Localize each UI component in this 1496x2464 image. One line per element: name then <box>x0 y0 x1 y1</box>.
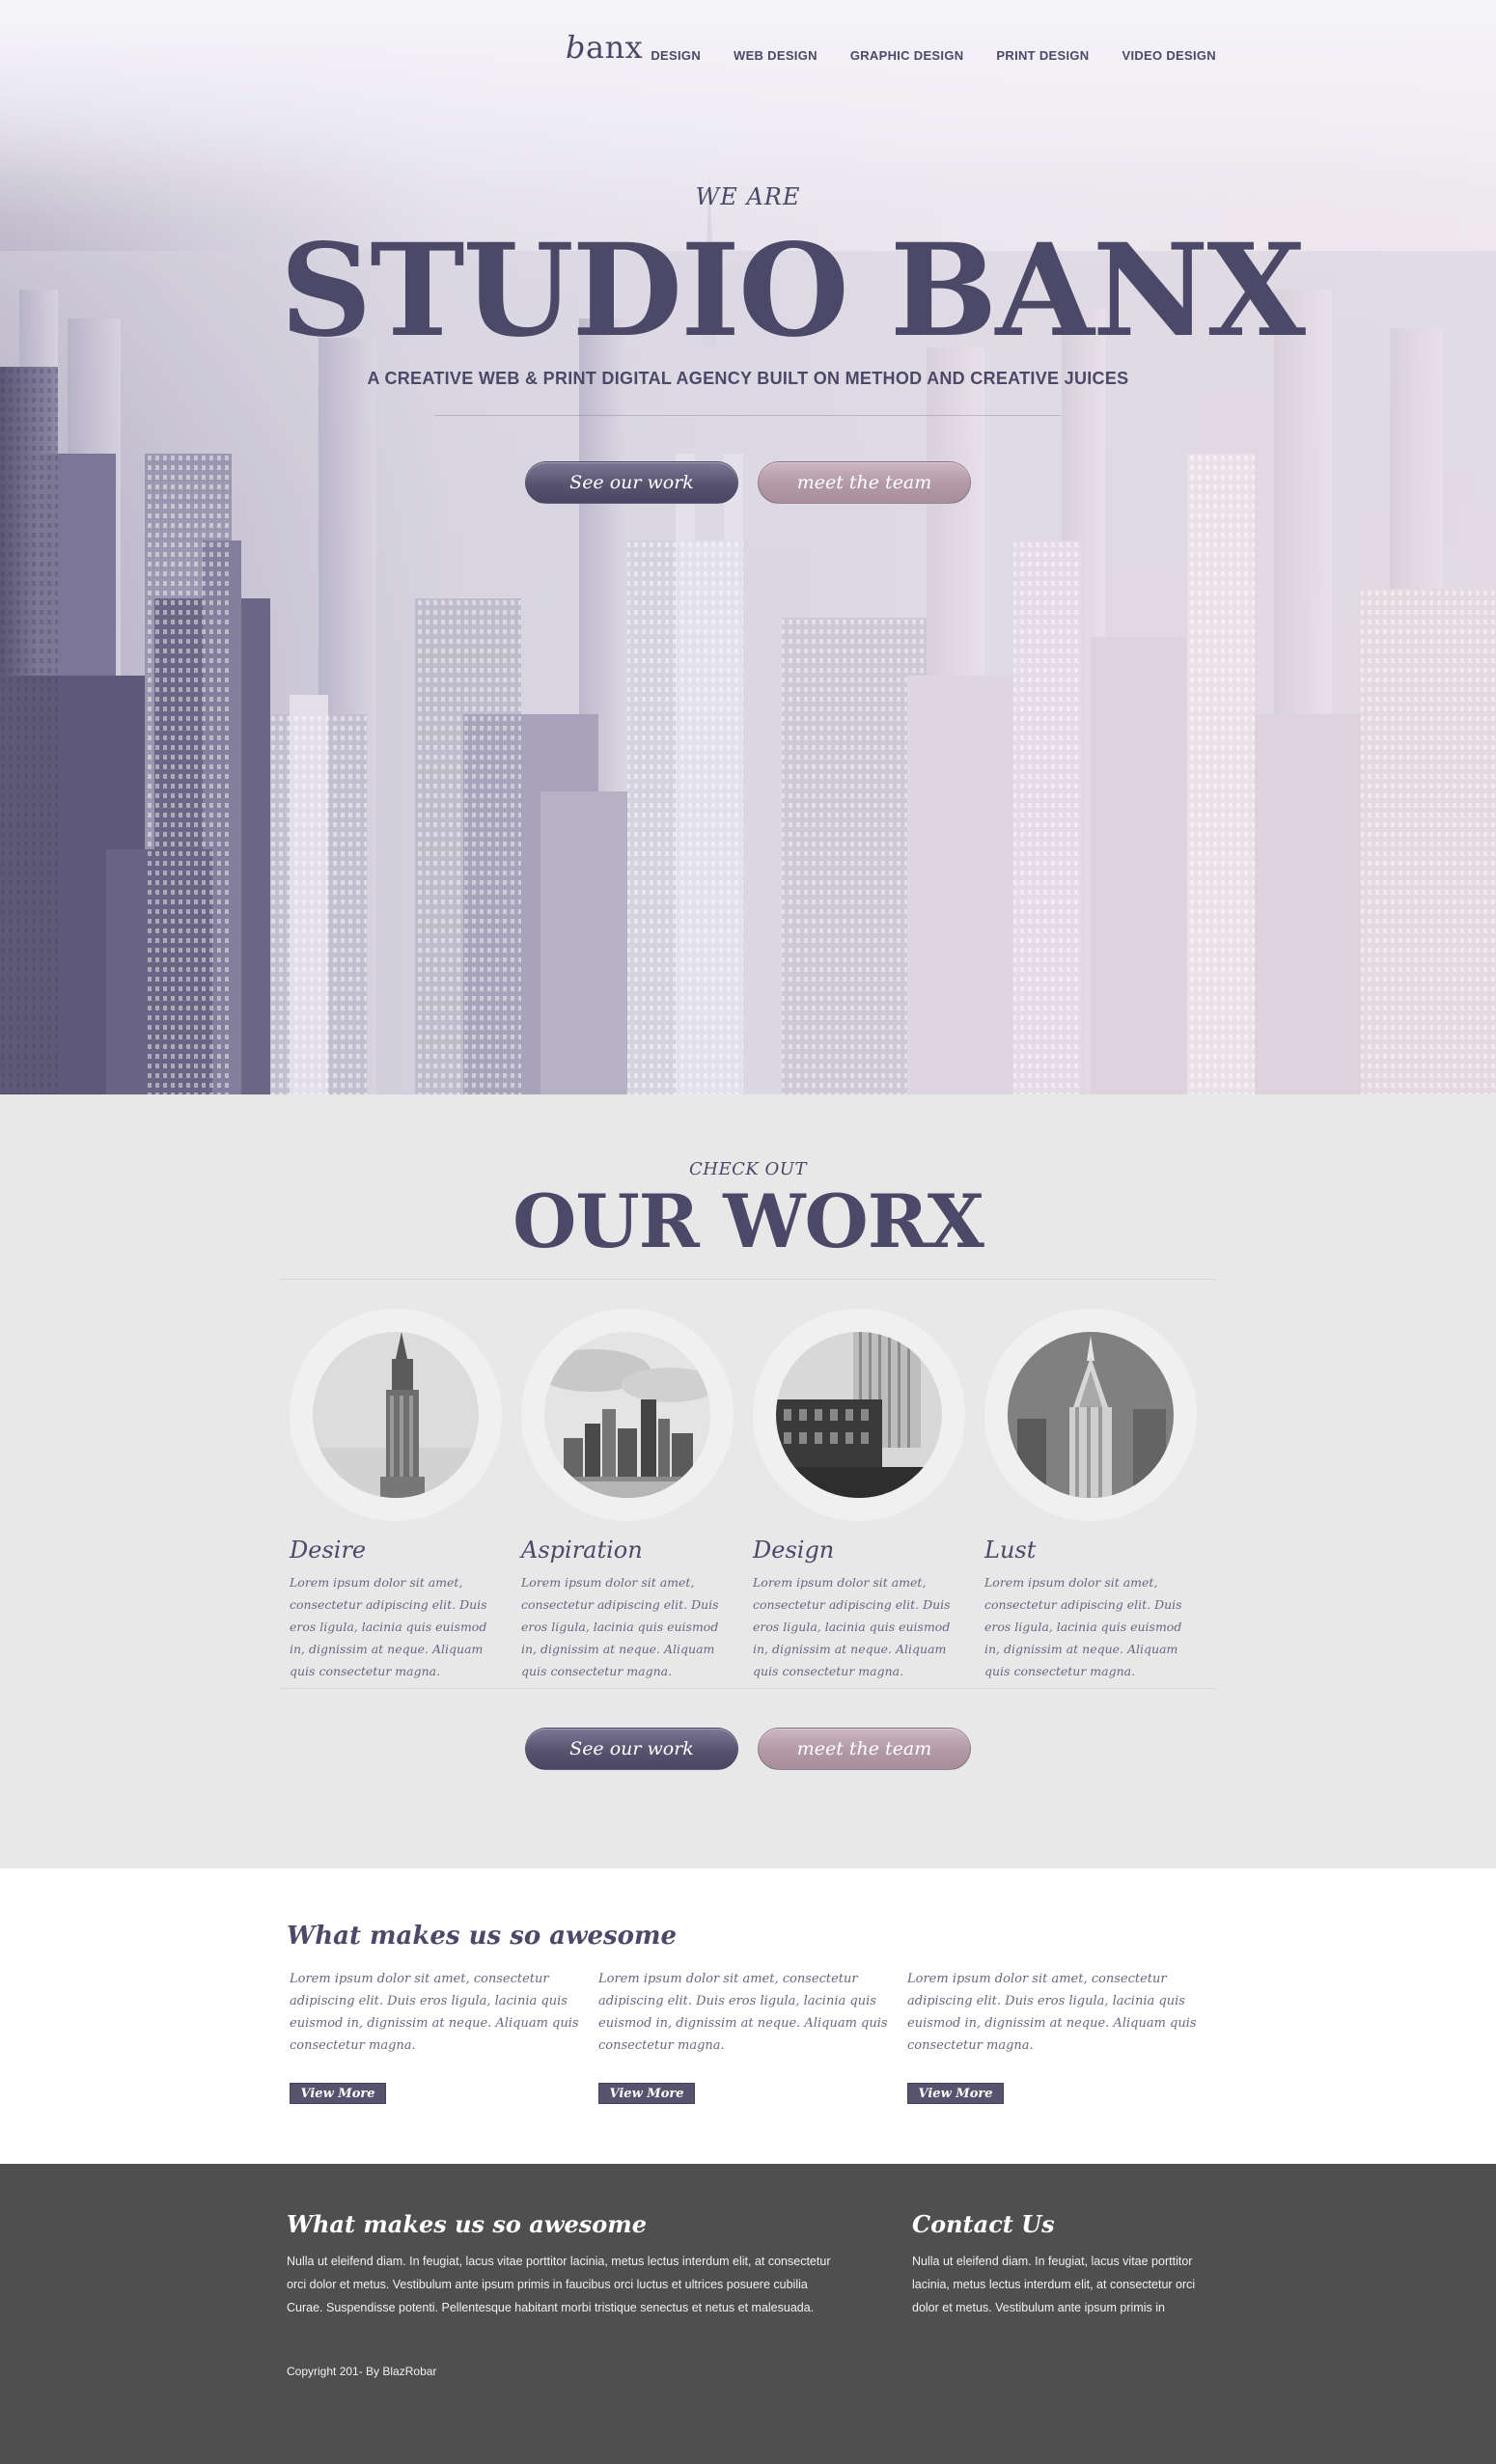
view-more-button[interactable]: View More <box>290 2083 386 2104</box>
copyright: Copyright 201- By BlazRobar <box>287 2365 437 2378</box>
work-card-aspiration[interactable]: Aspiration Lorem ipsum dolor sit amet, c… <box>521 1309 734 1682</box>
photo-ring <box>984 1309 1197 1521</box>
hero-title: STUDIO BANX <box>280 216 1306 366</box>
logo-initial: b <box>566 29 586 66</box>
woolworth-tower-photo[interactable] <box>313 1332 479 1498</box>
photo-ring <box>290 1309 502 1521</box>
work-card-design[interactable]: Design Lorem ipsum dolor sit amet, conse… <box>753 1309 965 1682</box>
footer-container: What makes us so awesome Nulla ut eleife… <box>280 2164 1216 2464</box>
worx-divider-top <box>280 1279 1216 1280</box>
awesome-section: What makes us so awesome Lorem ipsum dol… <box>0 1869 1496 2164</box>
nav-item-design[interactable]: DESIGN <box>651 48 701 63</box>
view-more-button[interactable]: View More <box>598 2083 695 2104</box>
nav-item-web-design[interactable]: WEB DESIGN <box>734 48 817 63</box>
work-card-lust[interactable]: Lust Lorem ipsum dolor sit amet, consect… <box>984 1309 1197 1682</box>
worx-eyebrow: CHECK OUT <box>689 1159 807 1179</box>
footer-about: What makes us so awesome Nulla ut eleife… <box>287 2210 846 2319</box>
hero-eyebrow: WE ARE <box>695 183 801 210</box>
card-text: Lorem ipsum dolor sit amet, consectetur … <box>984 1575 1182 1678</box>
card-title: Design <box>753 1537 835 1564</box>
footer-contact: Contact Us Nulla ut eleifend diam. In fe… <box>912 2210 1216 2319</box>
hero-container: banx DESIGN WEB DESIGN GRAPHIC DESIGN PR… <box>280 0 1306 1094</box>
worx-container: CHECK OUT OUR WORX Desire Lorem ipsum do… <box>280 1094 1216 1869</box>
nav-item-graphic-design[interactable]: GRAPHIC DESIGN <box>850 48 964 63</box>
hero-tagline: A CREATIVE WEB & PRINT DIGITAL AGENCY BU… <box>367 369 1129 388</box>
footer: What makes us so awesome Nulla ut eleife… <box>0 2164 1496 2464</box>
footer-contact-title: Contact Us <box>912 2210 1055 2238</box>
worx-divider-bottom <box>280 1688 1216 1689</box>
worx-cards: Desire Lorem ipsum dolor sit amet, conse… <box>290 1309 1197 1682</box>
nav-item-video-design[interactable]: VIDEO DESIGN <box>1122 48 1216 63</box>
photo-ring <box>521 1309 734 1521</box>
awesome-columns: Lorem ipsum dolor sit amet, consectetur … <box>290 1968 1197 2104</box>
card-text: Lorem ipsum dolor sit amet, consectetur … <box>753 1575 951 1678</box>
old-building-photo[interactable] <box>776 1332 942 1498</box>
see-our-work-button[interactable]: See our work <box>525 1728 738 1770</box>
see-our-work-button[interactable]: See our work <box>525 461 738 504</box>
awesome-text: Lorem ipsum dolor sit amet, consectetur … <box>907 1972 1197 2053</box>
awesome-text: Lorem ipsum dolor sit amet, consectetur … <box>290 1972 579 2053</box>
awesome-column: Lorem ipsum dolor sit amet, consectetur … <box>290 1968 579 2104</box>
awesome-column: Lorem ipsum dolor sit amet, consectetur … <box>598 1968 888 2104</box>
meet-the-team-button[interactable]: meet the team <box>758 461 971 504</box>
card-title: Desire <box>290 1537 367 1564</box>
awesome-container: What makes us so awesome Lorem ipsum dol… <box>280 1869 1216 2164</box>
awesome-title: What makes us so awesome <box>287 1922 678 1951</box>
card-title: Lust <box>984 1537 1037 1564</box>
worx-section: CHECK OUT OUR WORX Desire Lorem ipsum do… <box>0 1094 1496 1869</box>
footer-about-text: Nulla ut eleifend diam. In feugiat, lacu… <box>287 2255 831 2314</box>
awesome-column: Lorem ipsum dolor sit amet, consectetur … <box>907 1968 1197 2104</box>
hero-buttons: See our work meet the team <box>280 461 1216 504</box>
footer-contact-text: Nulla ut eleifend diam. In feugiat, lacu… <box>912 2255 1196 2314</box>
awesome-text: Lorem ipsum dolor sit amet, consectetur … <box>598 1972 888 2053</box>
main-nav: DESIGN WEB DESIGN GRAPHIC DESIGN PRINT D… <box>618 48 1216 63</box>
card-text: Lorem ipsum dolor sit amet, consectetur … <box>521 1575 719 1678</box>
photo-ring <box>753 1309 965 1521</box>
hero-divider <box>434 415 1062 416</box>
worx-title: OUR WORX <box>513 1178 984 1264</box>
meet-the-team-button[interactable]: meet the team <box>758 1728 971 1770</box>
view-more-button[interactable]: View More <box>907 2083 1004 2104</box>
chrysler-building-photo[interactable] <box>1008 1332 1174 1498</box>
work-card-desire[interactable]: Desire Lorem ipsum dolor sit amet, conse… <box>290 1309 502 1682</box>
footer-about-title: What makes us so awesome <box>287 2210 647 2238</box>
hero-section: banx DESIGN WEB DESIGN GRAPHIC DESIGN PR… <box>0 0 1496 1094</box>
card-text: Lorem ipsum dolor sit amet, consectetur … <box>290 1575 487 1678</box>
card-title: Aspiration <box>521 1537 643 1564</box>
manhattan-skyline-photo[interactable] <box>544 1332 710 1498</box>
worx-buttons: See our work meet the team <box>280 1728 1216 1770</box>
nav-item-print-design[interactable]: PRINT DESIGN <box>996 48 1089 63</box>
